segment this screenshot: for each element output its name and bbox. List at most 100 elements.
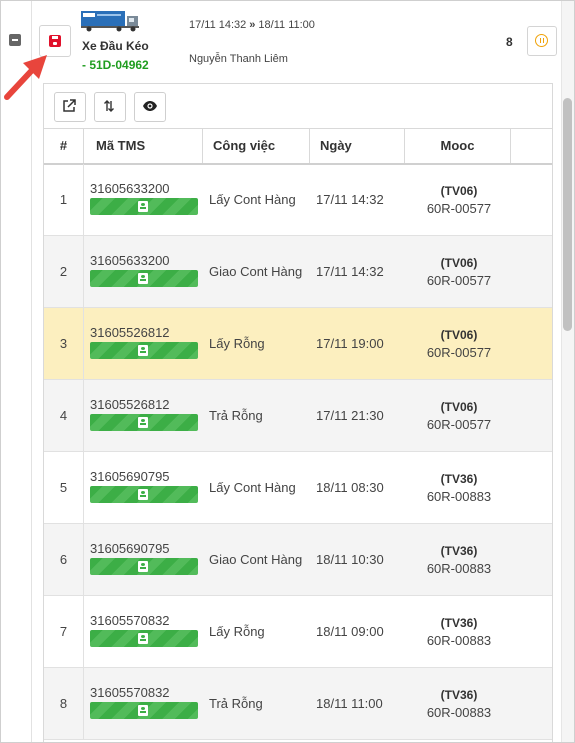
row-number: 8 <box>44 668 84 739</box>
row-number: 4 <box>44 380 84 451</box>
column-header-number[interactable]: # <box>44 129 84 163</box>
mooc-code: (TV36) <box>440 688 478 702</box>
view-button[interactable] <box>134 92 166 122</box>
tms-code: 31605633200 <box>90 181 170 196</box>
column-header-job[interactable]: Công việc <box>203 129 310 163</box>
mooc-code: (TV06) <box>440 328 478 342</box>
tms-badge-button[interactable] <box>90 630 198 647</box>
vehicle-name: Xe Đầu Kéo <box>82 39 149 53</box>
mooc-code: (TV06) <box>440 184 478 198</box>
open-external-button[interactable] <box>54 92 86 122</box>
mooc-cell: (TV06) 60R-00577 <box>406 182 512 218</box>
mooc-code: (TV36) <box>440 616 478 630</box>
column-header-date[interactable]: Ngày <box>310 129 405 163</box>
mooc-plate: 60R-00883 <box>426 561 492 576</box>
job-cell: Lấy Rỗng <box>209 624 265 639</box>
column-header-tms[interactable]: Mã TMS <box>84 129 203 163</box>
sort-button[interactable] <box>94 92 126 122</box>
column-header-mooc[interactable]: Mooc <box>405 129 511 163</box>
table-row[interactable]: 5 31605690795 Lấy Cont Hàng 18/11 08:30 … <box>44 452 552 524</box>
table-row-highlighted[interactable]: 3 31605526812 Lấy Rỗng 17/11 19:00 (TV06… <box>44 308 552 380</box>
external-link-icon <box>63 99 76 112</box>
trip-time-range: 17/11 14:32» 18/11 11:00 <box>189 19 315 31</box>
mooc-plate: 60R-00577 <box>426 345 492 360</box>
table-row[interactable]: 1 31605633200 Lấy Cont Hàng 17/11 14:32 … <box>44 164 552 236</box>
tms-code: 31605633200 <box>90 253 170 268</box>
contact-card-icon <box>138 705 148 716</box>
mooc-cell: (TV36) 60R-00883 <box>406 686 512 722</box>
tms-code: 31605526812 <box>90 397 170 412</box>
date-cell: 17/11 14:32 <box>316 264 384 279</box>
floppy-disk-icon <box>49 35 61 47</box>
mooc-plate: 60R-00883 <box>426 633 492 648</box>
tms-badge-button[interactable] <box>90 270 198 287</box>
tms-badge-button[interactable] <box>90 702 198 719</box>
mooc-cell: (TV36) 60R-00883 <box>406 614 512 650</box>
tms-badge-button[interactable] <box>90 342 198 359</box>
contact-card-icon <box>138 345 148 356</box>
job-cell: Lấy Cont Hàng <box>209 480 296 495</box>
table-row[interactable]: 6 31605690795 Giao Cont Hàng 18/11 10:30… <box>44 524 552 596</box>
tms-cell: 31605633200 <box>90 181 198 215</box>
trip-start-time: 17/11 14:32 <box>189 19 247 31</box>
job-count: 8 <box>506 35 513 49</box>
table-row[interactable]: 4 31605526812 Trả Rỗng 17/11 21:30 (TV06… <box>44 380 552 452</box>
tms-code: 31605570832 <box>90 685 170 700</box>
row-number: 6 <box>44 524 84 595</box>
tms-cell: 31605570832 <box>90 685 198 719</box>
job-cell: Lấy Rỗng <box>209 336 265 351</box>
trip-end-time: 18/11 11:00 <box>258 19 315 31</box>
table-row[interactable]: 8 31605570832 Trả Rỗng 18/11 11:00 (TV36… <box>44 668 552 740</box>
tms-badge-button[interactable] <box>90 558 198 575</box>
mooc-cell: (TV06) 60R-00577 <box>406 398 512 434</box>
row-number: 1 <box>44 164 84 235</box>
contact-card-icon <box>138 489 148 500</box>
date-cell: 18/11 10:30 <box>316 552 384 567</box>
route-separator: » <box>249 19 256 31</box>
date-cell: 17/11 14:32 <box>316 192 384 207</box>
tms-cell: 31605633200 <box>90 253 198 287</box>
tms-badge-button[interactable] <box>90 414 198 431</box>
mooc-code: (TV36) <box>440 472 478 486</box>
tms-cell: 31605526812 <box>90 397 198 431</box>
mooc-code: (TV06) <box>440 400 478 414</box>
sort-arrows-icon <box>104 100 114 112</box>
tms-cell: 31605690795 <box>90 469 198 503</box>
table-header: # Mã TMS Công việc Ngày Mooc <box>44 128 552 165</box>
tms-cell: 31605526812 <box>90 325 198 359</box>
tms-badge-button[interactable] <box>90 486 198 503</box>
pause-button[interactable] <box>527 26 557 56</box>
contact-card-icon <box>138 633 148 644</box>
scrollbar-thumb[interactable] <box>563 98 572 331</box>
tms-cell: 31605570832 <box>90 613 198 647</box>
row-number: 5 <box>44 452 84 523</box>
mooc-cell: (TV36) 60R-00883 <box>406 542 512 578</box>
tms-code: 31605690795 <box>90 541 170 556</box>
date-cell: 17/11 21:30 <box>316 408 384 423</box>
row-gutter <box>1 1 32 742</box>
job-cell: Lấy Cont Hàng <box>209 192 296 207</box>
table-row[interactable]: 7 31605570832 Lấy Rỗng 18/11 09:00 (TV36… <box>44 596 552 668</box>
mooc-cell: (TV06) 60R-00577 <box>406 326 512 362</box>
tms-badge-button[interactable] <box>90 198 198 215</box>
minus-square-icon[interactable] <box>9 34 21 46</box>
mooc-cell: (TV36) 60R-00883 <box>406 470 512 506</box>
vehicle-plate: - 51D-04962 <box>82 58 149 72</box>
contact-card-icon <box>138 201 148 212</box>
mooc-cell: (TV06) 60R-00577 <box>406 254 512 290</box>
mooc-code: (TV06) <box>440 256 478 270</box>
job-cell: Giao Cont Hàng <box>209 264 303 279</box>
contact-card-icon <box>138 273 148 284</box>
mooc-plate: 60R-00883 <box>426 705 492 720</box>
contact-card-icon <box>138 561 148 572</box>
mooc-plate: 60R-00577 <box>426 201 492 216</box>
job-cell: Trả Rỗng <box>209 696 263 711</box>
pause-circle-icon <box>535 34 548 47</box>
date-cell: 18/11 09:00 <box>316 624 384 639</box>
table-row[interactable]: 2 31605633200 Giao Cont Hàng 17/11 14:32… <box>44 236 552 308</box>
truck-icon <box>81 11 139 32</box>
tms-cell: 31605690795 <box>90 541 198 575</box>
eye-icon <box>143 101 157 111</box>
jobs-panel: # Mã TMS Công việc Ngày Mooc 1 316056332… <box>43 83 553 742</box>
tms-code: 31605526812 <box>90 325 170 340</box>
